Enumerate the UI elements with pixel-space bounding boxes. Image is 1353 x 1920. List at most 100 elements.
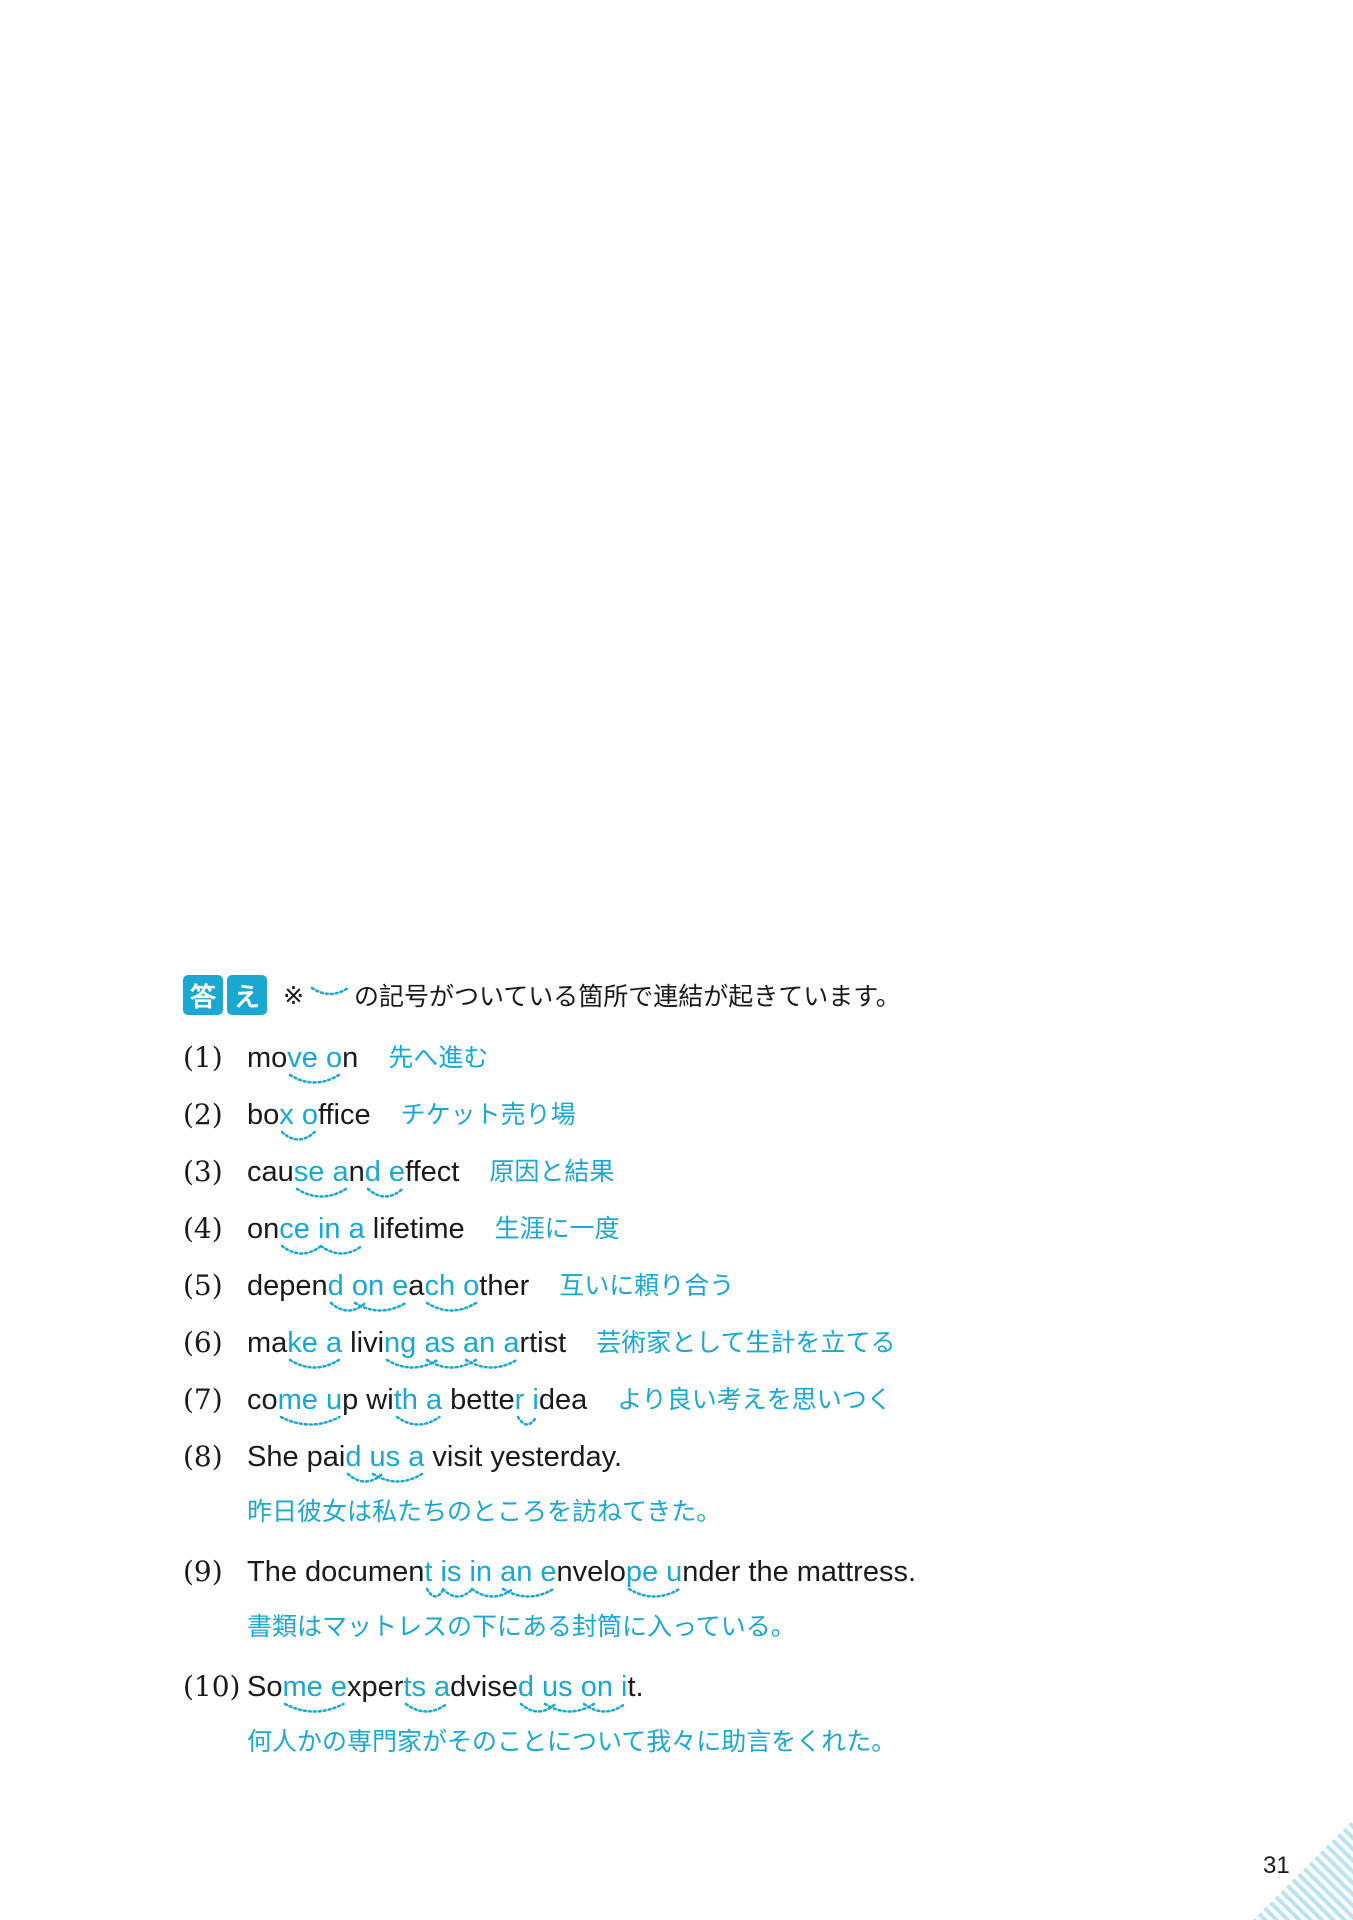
linked-sound: r i xyxy=(514,1384,539,1416)
english-phrase: So me e xper ts a dvise d us on i t. xyxy=(247,1669,644,1713)
liaison-mark-icon xyxy=(516,1415,538,1426)
phrase-text: cau xyxy=(247,1156,294,1188)
liaison-mark-icon xyxy=(627,1587,681,1598)
phrase-text: rtist xyxy=(519,1327,567,1359)
item-number: (10) xyxy=(183,1670,241,1703)
item-number: (3) xyxy=(183,1155,223,1188)
linked-sound: d us on i xyxy=(517,1671,628,1703)
linked-sound: x o xyxy=(279,1099,318,1131)
linked-sound: me u xyxy=(277,1384,343,1416)
linked-sound: t is in an e xyxy=(424,1556,557,1588)
liaison-mark-icon xyxy=(295,1187,347,1198)
phrase-text: lifetime xyxy=(364,1213,465,1245)
english-phrase: on ce in a lifetime 生涯に一度 xyxy=(247,1211,620,1255)
phrase-text: bo xyxy=(247,1099,280,1131)
english-phrase: cau se and e ffect 原因と結果 xyxy=(247,1154,615,1198)
linked-sound: d on e xyxy=(327,1270,409,1302)
english-phrase: The documen t is in an e nvelo pe u nder the… xyxy=(247,1554,917,1598)
phrase-text: xper xyxy=(346,1671,404,1703)
liaison-mark-icon xyxy=(310,986,350,996)
liaison-mark-icon xyxy=(289,1073,341,1084)
linked-sound: ch o xyxy=(424,1270,480,1302)
liaison-mark-icon xyxy=(319,1244,363,1255)
english-phrase: depen d on e a ch o ther 互いに頼り合う xyxy=(247,1268,735,1312)
phrase-text: ffice xyxy=(317,1099,371,1131)
item-number: (8) xyxy=(183,1440,223,1473)
phrase-text: n xyxy=(342,1042,359,1074)
phrase-text: visit yesterday. xyxy=(424,1441,623,1473)
phrase-text: dea xyxy=(538,1384,588,1416)
linked-sound: se a xyxy=(293,1156,349,1188)
linked-sound: ce in a xyxy=(279,1213,365,1245)
answer-badge-2: え xyxy=(227,975,267,1015)
note-prefix: ※ xyxy=(283,980,304,1010)
japanese-translation: 芸術家として生計を立てる xyxy=(596,1328,896,1357)
phrase-text: bette xyxy=(442,1384,515,1416)
japanese-translation: 互いに頼り合う xyxy=(559,1271,735,1300)
phrase-text: livi xyxy=(342,1327,385,1359)
liaison-mark-icon xyxy=(582,1702,626,1713)
liaison-mark-icon xyxy=(279,1415,341,1426)
answer-header: 答 え ※ の記号がついている箇所で連結が起きています。 xyxy=(183,975,901,1015)
phrase-text: She pai xyxy=(247,1441,346,1473)
phrase-text: a xyxy=(408,1270,425,1302)
linked-sound: th a xyxy=(393,1384,443,1416)
liaison-mark-icon xyxy=(284,1702,346,1713)
phrase-text: depen xyxy=(247,1270,328,1302)
phrase-text: ffect xyxy=(405,1156,460,1188)
phrase-text: n xyxy=(348,1156,365,1188)
phrase-text: nder the mattress. xyxy=(682,1556,917,1588)
item-number: (7) xyxy=(183,1383,223,1416)
note-text: の記号がついている箇所で連結が起きています。 xyxy=(353,982,901,1011)
linked-sound: pe u xyxy=(625,1556,683,1588)
liaison-mark-icon xyxy=(366,1187,404,1198)
item-number: (1) xyxy=(183,1041,223,1074)
liaison-mark-icon xyxy=(289,1358,341,1369)
phrase-text: mo xyxy=(247,1042,288,1074)
phrase-text: The documen xyxy=(247,1556,425,1588)
item-number: (9) xyxy=(183,1555,223,1588)
liaison-mark-icon xyxy=(371,1472,423,1483)
phrase-text: p wi xyxy=(342,1384,394,1416)
answer-badge-1: 答 xyxy=(183,975,223,1015)
linked-sound: ke a xyxy=(287,1327,343,1359)
japanese-translation: 原因と結果 xyxy=(489,1157,615,1186)
phrase-text: on xyxy=(247,1213,280,1245)
liaison-mark-icon xyxy=(353,1301,407,1312)
item-number: (6) xyxy=(183,1326,223,1359)
linked-sound: me e xyxy=(282,1671,347,1703)
liaison-mark-icon xyxy=(501,1587,555,1598)
english-phrase: She pai d us a visit yesterday. xyxy=(247,1439,623,1483)
japanese-translation: 書類はマットレスの下にある封筒に入っている。 xyxy=(247,1612,796,1641)
liaison-mark-icon xyxy=(464,1358,518,1369)
english-phrase: bo x o ffice チケット売り場 xyxy=(247,1097,576,1141)
english-phrase: mo ve o n 先へ進む xyxy=(247,1040,489,1084)
corner-stripes xyxy=(1253,1820,1353,1920)
liaison-mark-icon xyxy=(426,1301,478,1312)
english-phrase: co me up wi th a bette r i dea より良い考えを思いつく xyxy=(247,1382,892,1426)
item-number: (4) xyxy=(183,1212,223,1245)
phrase-text: t. xyxy=(627,1671,644,1703)
liaison-mark-icon xyxy=(395,1415,441,1426)
japanese-translation: 生涯に一度 xyxy=(494,1214,620,1243)
japanese-translation: 何人かの専門家がそのことについて我々に助言をくれた。 xyxy=(247,1727,897,1756)
english-phrase: ma ke a livi ng as an a rtist 芸術家として生計を立てる xyxy=(247,1325,896,1369)
japanese-translation: チケット売り場 xyxy=(400,1100,576,1129)
linked-sound: d e xyxy=(364,1156,406,1188)
phrase-text: ma xyxy=(247,1327,288,1359)
linked-sound: ve o xyxy=(287,1042,343,1074)
liaison-mark-icon xyxy=(405,1702,449,1713)
linked-sound: ng as an a xyxy=(384,1327,520,1359)
phrase-text: So xyxy=(247,1671,283,1703)
item-number: (2) xyxy=(183,1098,223,1131)
japanese-translation: 先へ進む xyxy=(388,1043,489,1072)
phrase-text: dvise xyxy=(450,1671,518,1703)
phrase-text: nvelo xyxy=(556,1556,626,1588)
phrase-text: co xyxy=(247,1384,278,1416)
linked-sound: d us a xyxy=(345,1441,425,1473)
japanese-translation: 昨日彼女は私たちのところを訪ねてきた。 xyxy=(247,1497,722,1526)
liaison-mark-icon xyxy=(281,1130,317,1141)
linked-sound: ts a xyxy=(403,1671,451,1703)
phrase-text: ther xyxy=(479,1270,530,1302)
japanese-translation: より良い考えを思いつく xyxy=(617,1385,892,1414)
